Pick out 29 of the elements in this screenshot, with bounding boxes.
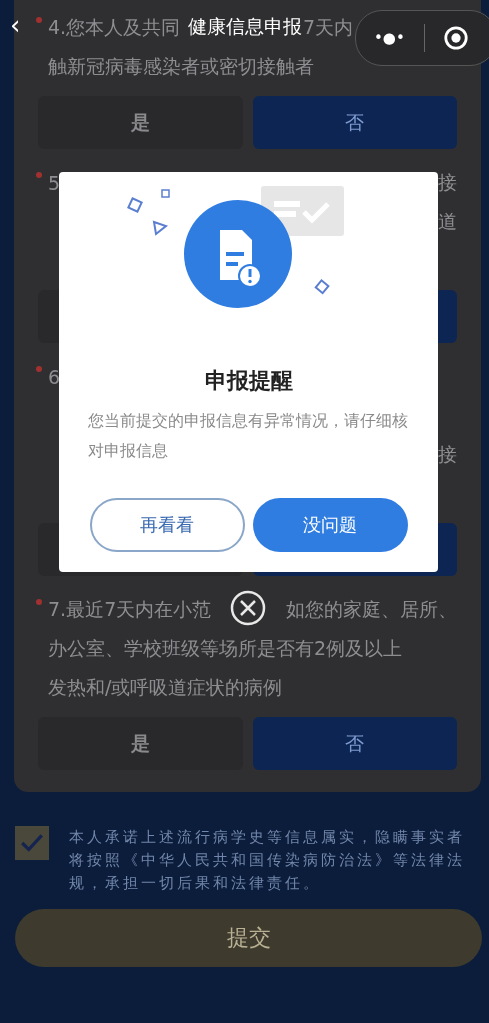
question-text: 接 bbox=[438, 441, 457, 467]
page-title: 健康信息申报 bbox=[188, 14, 302, 39]
pledge-text: 本人承诺上述流行病学史等信息属实，隐瞒事实者将按照《中华人民共和国传染病防治法》等法律法规，承担一切后果和法律责任。 bbox=[69, 827, 466, 894]
question-text: 接 bbox=[438, 169, 457, 195]
confirm-button[interactable]: 没问题 bbox=[252, 498, 408, 552]
submit-button[interactable]: 提交 bbox=[15, 909, 482, 967]
question-text: 4.您本人及共同 bbox=[48, 14, 181, 40]
question-text: 5 bbox=[48, 171, 61, 194]
close-icon[interactable] bbox=[230, 590, 266, 626]
question-text: 如您的家庭、居所、 bbox=[286, 596, 457, 622]
question-text: 办公室、学校班级等场所是否有2例及以上 bbox=[48, 635, 403, 661]
back-button[interactable]: ‹ bbox=[10, 10, 21, 40]
question-text: 触新冠病毒感染者或密切接触者 bbox=[48, 53, 314, 79]
question-text: 发热和/或呼吸道症状的病例 bbox=[48, 674, 283, 700]
target-icon[interactable] bbox=[443, 25, 469, 51]
answer-option[interactable]: 否 bbox=[252, 717, 457, 770]
capsule-menu[interactable]: •●• bbox=[355, 10, 489, 66]
checkbox[interactable] bbox=[15, 826, 49, 860]
review-button[interactable]: 再看看 bbox=[89, 498, 245, 552]
dialog-message: 您当前提交的申报信息有异常情况，请仔细核对申报信息 bbox=[88, 410, 408, 462]
dialog-title: 申报提醒 bbox=[204, 367, 293, 395]
question-text: 7天内 bbox=[302, 14, 353, 40]
question-text: 6 bbox=[48, 365, 61, 388]
answer-option[interactable]: 否 bbox=[252, 96, 457, 149]
answer-option[interactable]: 是 bbox=[38, 96, 243, 149]
more-button[interactable]: •●• bbox=[374, 29, 418, 47]
question-text: 7.最近7天内在小范 bbox=[48, 596, 212, 622]
question-text: 道 bbox=[438, 208, 457, 234]
answer-option[interactable]: 是 bbox=[38, 717, 243, 770]
